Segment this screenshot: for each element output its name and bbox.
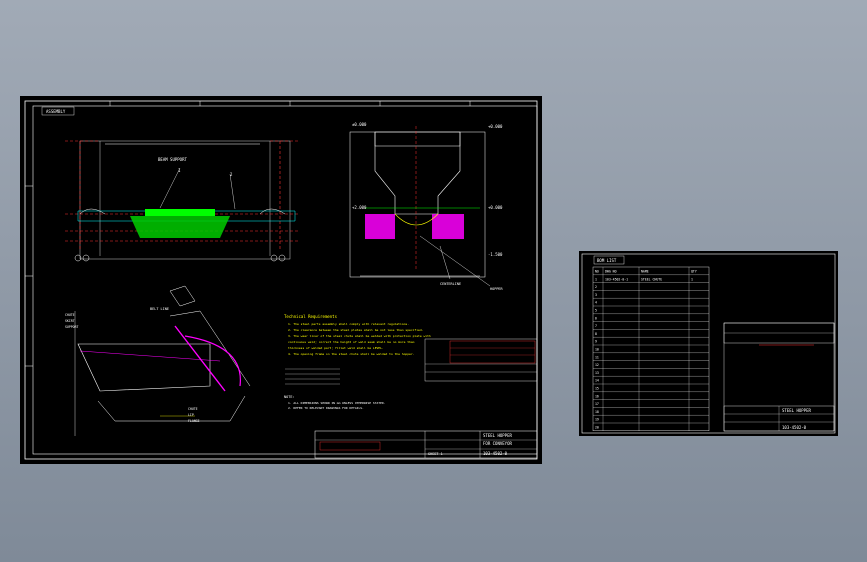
bom-cell: 16 [595, 394, 599, 398]
technical-requirements: Technical Requirements 1. The steel part… [284, 314, 431, 410]
side-dim-bottom-1: CHUTE [188, 407, 198, 411]
front-view[interactable]: BEAM SUPPORT 1 2 [65, 140, 300, 262]
bom-header-cell: NAME [641, 270, 649, 274]
bom-table-frame [592, 266, 710, 432]
bom-cell: 17 [595, 402, 599, 406]
side-dim-left-3: SUPPORT [65, 325, 79, 329]
sheet-title-tag: ASSEMBLY [46, 109, 66, 114]
bom-cell: 10 [595, 348, 599, 352]
bom-cell: 20 [595, 426, 599, 430]
notes-title: NOTE: [284, 395, 295, 399]
bom-cell: 3 [595, 293, 597, 297]
section-leader-1: CENTERLINE [440, 282, 461, 286]
bom-table[interactable]: NO DWG NO NAME QTY 1 103-4502-0-1 STEEL CHUTE 1… [592, 266, 710, 432]
side-view-label-top: BELT LINE [150, 307, 169, 311]
bom-header-cell: QTY [691, 270, 697, 274]
bom-cell: 5 [595, 309, 597, 313]
bom-cell: 1 [691, 277, 693, 281]
tech-req-line-4: continuous weld; correct the height of w… [288, 340, 415, 344]
drawing-number: 103-4502-0 [483, 451, 508, 456]
note-1: 1. ALL DIMENSIONS SHOWN IN mm UNLESS OTH… [288, 401, 386, 405]
bom-cell: STEEL CHUTE [641, 277, 662, 281]
drawing-sheet-bom[interactable]: BOM LIST NO DWG NO NAME QTY 1 103-4502-0-1 STE… [579, 251, 838, 436]
bom-cell: 103-4502-0-1 [605, 277, 628, 281]
bom-cell: 14 [595, 379, 599, 383]
bom-cell: 11 [595, 355, 599, 359]
bom-header-cell: NO [595, 270, 599, 274]
section-label-bottom-right: -1.500 [488, 252, 503, 257]
callout-1: 1 [178, 168, 181, 173]
side-view[interactable]: BELT LINE CHUTE SKIRT SUPPORT CHUTE LIP … [65, 285, 251, 436]
title-line-2: FOR CONVEYOR [483, 441, 512, 446]
bom-cell: 4 [595, 301, 597, 305]
bom-cell: 19 [595, 418, 599, 422]
section-view[interactable]: ±0.000 +0.000 +2.000 +0.000 -1.500 CENTE… [349, 122, 504, 291]
callout-2: 2 [230, 172, 233, 177]
tech-req-line-3: 3. The wear liner of the steel chute sha… [288, 334, 431, 338]
tech-req-line-2: 2. The clearance between the steel plate… [288, 328, 424, 332]
section-label-top-right: +0.000 [488, 124, 503, 129]
tech-req-line-5: thickness of welded part; fillet weld sh… [288, 346, 384, 350]
bom-cell: 18 [595, 410, 599, 414]
section-label-mid-right: +0.000 [488, 205, 503, 210]
bom-cell: 12 [595, 363, 599, 367]
bom-title: STEEL HOPPER [782, 408, 811, 413]
bom-drawing-number: 103-4502-0 [782, 425, 807, 430]
bom-cell: 6 [595, 316, 597, 320]
bom-cell: 13 [595, 371, 599, 375]
section-label-top-left: ±0.000 [352, 122, 367, 127]
note-2: 2. REFER TO RELEVANT DRAWINGS FOR DETAIL… [288, 406, 364, 410]
inner-frame [32, 105, 538, 455]
title-line-1: STEEL HOPPER [483, 433, 512, 438]
side-dim-bottom-3: FLANGE [188, 419, 200, 423]
bom-title-block[interactable]: STEEL HOPPER 103-4502-0 [723, 322, 835, 432]
side-dim-left-2: SKIRT [65, 319, 75, 323]
revision-block [424, 338, 538, 382]
bom-cell: 15 [595, 387, 599, 391]
front-view-note: BEAM SUPPORT [158, 157, 187, 162]
bom-cell: 7 [595, 324, 597, 328]
bom-title-tag: BOM LIST [597, 258, 617, 263]
bom-header-cell: DWG NO [605, 270, 617, 274]
section-leader-2: HOPPER [490, 287, 504, 291]
tech-req-line-6: 4. The opening frame on the steel chute … [288, 352, 415, 356]
side-dim-bottom-2: LIP [188, 413, 194, 417]
tech-req-title: Technical Requirements [284, 314, 338, 319]
bom-cell: 1 [595, 277, 597, 281]
bom-cell: 9 [595, 340, 597, 344]
tech-req-line-1: 1. The steel parts assembly shall comply… [288, 322, 409, 326]
side-dim-left-1: CHUTE [65, 313, 75, 317]
sheet-number: SHEET 1 [428, 452, 443, 456]
bom-cell: 2 [595, 285, 597, 289]
drawing-sheet-main[interactable]: ASSEMBLY BEAM SUPPORT 1 2 ±0.000 +0.000 … [20, 96, 542, 464]
section-label-mid-left: +2.000 [352, 205, 367, 210]
bom-drawing-svg: BOM LIST NO DWG NO NAME QTY 1 103-4502-0-1 STE… [581, 253, 836, 434]
main-drawing-svg: ASSEMBLY BEAM SUPPORT 1 2 ±0.000 +0.000 … [24, 100, 538, 460]
bom-cell: 8 [595, 332, 597, 336]
